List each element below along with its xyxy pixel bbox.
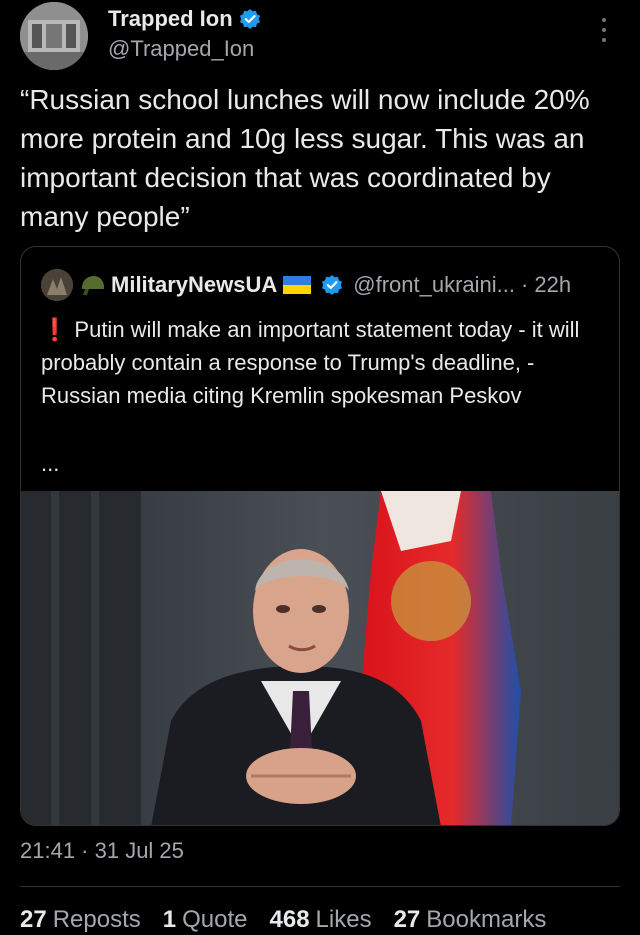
more-options-button[interactable] (596, 16, 612, 44)
author-display-name[interactable]: Trapped Ion (108, 6, 233, 32)
likes-label: Likes (315, 906, 372, 933)
bookmarks-count: 27 (393, 906, 421, 933)
author-avatar[interactable] (20, 2, 88, 70)
quote-ellipsis: ... (41, 451, 60, 476)
quotes-count: 1 (162, 906, 177, 933)
reposts-label: Reposts (52, 906, 141, 933)
author-handle[interactable]: @Trapped_Ion (108, 36, 254, 62)
quote-separator: · (521, 272, 529, 297)
stat-likes[interactable]: 468 Likes (270, 906, 372, 934)
quote-display-name[interactable]: MilitaryNewsUA (111, 272, 277, 298)
divider (20, 886, 620, 887)
reposts-count: 27 (20, 906, 47, 933)
helmet-icon (82, 276, 104, 295)
quotes-label: Quote (182, 906, 248, 933)
avatar-image (20, 2, 88, 70)
stat-quotes[interactable]: 1 Quote (163, 906, 248, 934)
quote-text-block: ❗ Putin will make an important statement … (41, 313, 601, 412)
tweet-text: “Russian school lunches will now include… (20, 84, 590, 232)
quote-header: MilitaryNewsUA @front_ukraini... · 22h (41, 269, 571, 301)
more-dot-icon (602, 18, 606, 22)
more-dot-icon (602, 38, 606, 42)
quote-handle[interactable]: @front_ukraini... (353, 272, 515, 298)
quote-verified-badge-icon (322, 275, 343, 295)
tweet-timestamp[interactable]: 21:41 · 31 Jul 25 (20, 838, 184, 864)
author-name-row: Trapped Ion (108, 6, 261, 32)
stat-bookmarks[interactable]: 27 Bookmarks (394, 906, 547, 934)
quote-time[interactable]: 22h (534, 272, 571, 298)
quoted-tweet-card[interactable]: MilitaryNewsUA @front_ukraini... · 22h ❗… (20, 246, 620, 826)
quote-avatar (41, 269, 73, 301)
quote-avatar-image (41, 269, 73, 301)
engagement-stats: 27 Reposts 1 Quote 468 Likes 27 Bookmarks (20, 906, 546, 934)
quote-media-image[interactable] (21, 491, 620, 826)
more-dot-icon (602, 28, 606, 32)
verified-badge-icon (239, 9, 260, 29)
quote-text: Putin will make an important statement t… (41, 317, 580, 408)
ukraine-flag-icon (283, 276, 312, 294)
stat-reposts[interactable]: 27 Reposts (20, 906, 141, 934)
bookmarks-label: Bookmarks (426, 906, 547, 933)
red-exclamation-icon: ❗ (41, 317, 69, 342)
likes-count: 468 (269, 906, 310, 933)
